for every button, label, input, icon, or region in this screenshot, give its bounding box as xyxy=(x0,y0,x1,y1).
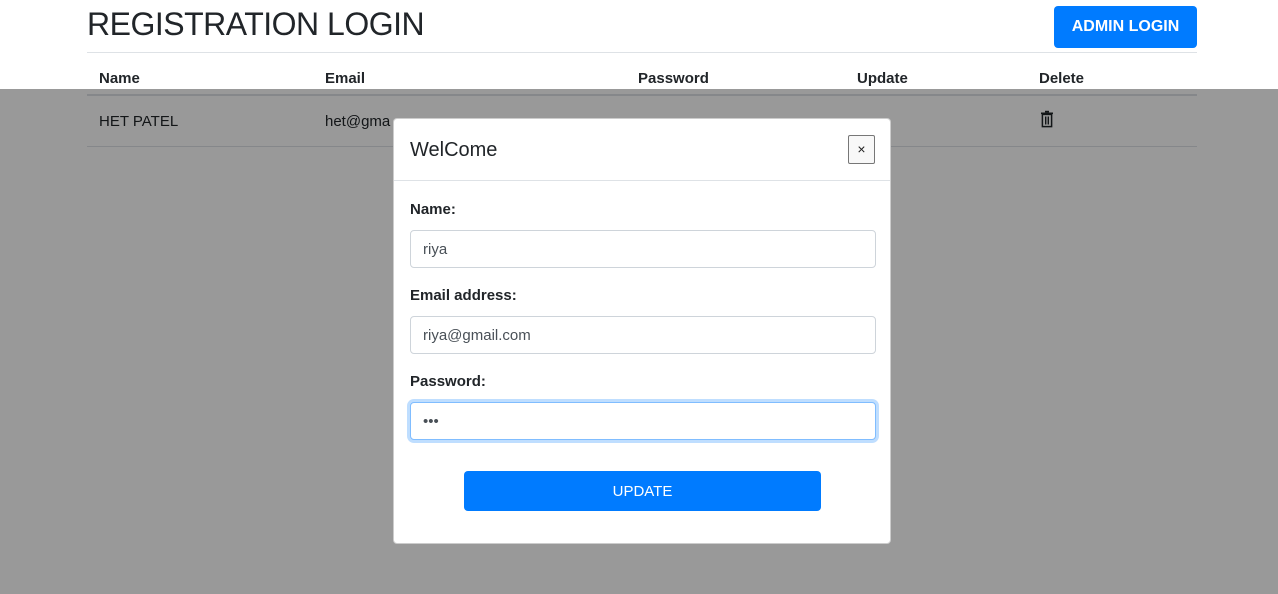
name-label: Name: xyxy=(410,201,456,218)
update-button[interactable]: UPDATE xyxy=(464,471,821,511)
admin-login-button[interactable]: ADMIN LOGIN xyxy=(1054,6,1197,48)
modal-title: WelCome xyxy=(410,139,498,161)
page: REGISTRATION LOGIN ADMIN LOGIN Name Emai… xyxy=(0,0,1278,594)
page-header: REGISTRATION LOGIN ADMIN LOGIN xyxy=(87,0,1197,53)
email-field[interactable] xyxy=(410,316,876,354)
modal-header: WelCome × xyxy=(394,119,890,181)
close-button[interactable]: × xyxy=(848,135,875,164)
password-label: Password: xyxy=(410,373,486,390)
password-field[interactable] xyxy=(410,402,876,440)
page-title: REGISTRATION LOGIN xyxy=(87,6,425,42)
name-field[interactable] xyxy=(410,230,876,268)
email-label: Email address: xyxy=(410,287,517,304)
update-modal: WelCome × Name: Email address: Password:… xyxy=(393,118,891,544)
